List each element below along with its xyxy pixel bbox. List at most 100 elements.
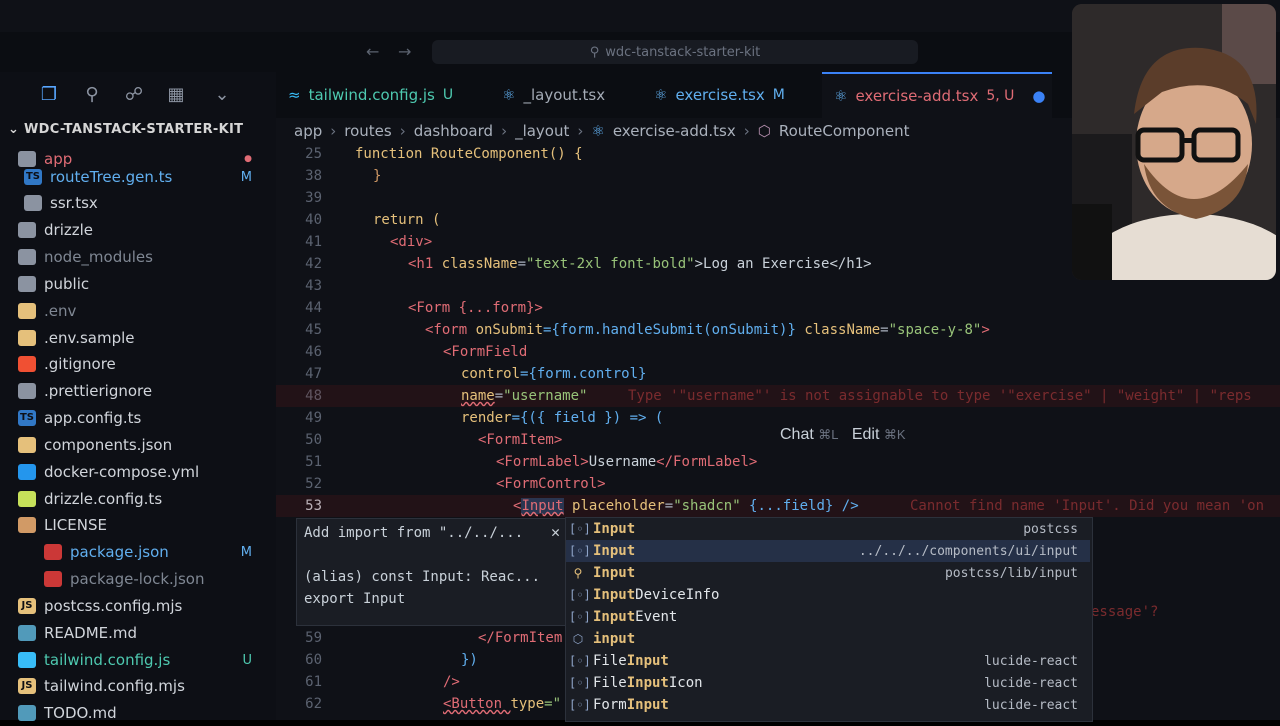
tab-exercise-add-tsx[interactable]: ⚛ exercise-add.tsx 5, U ● [822, 72, 1052, 118]
tree-item[interactable]: ssr.tsx [24, 190, 276, 216]
explorer-root[interactable]: ⌄ WDC-TANSTACK-STARTER-KIT [8, 122, 243, 137]
chevron-right-icon: › [577, 122, 584, 140]
unsaved-dot-icon[interactable]: ● [1032, 87, 1045, 105]
command-search-box[interactable]: ⚲ wdc-tanstack-starter-kit [432, 40, 918, 64]
tree-item[interactable]: TODO.md [18, 700, 276, 726]
tree-item[interactable]: TS routeTree.gen.ts M [24, 164, 276, 190]
breadcrumb: app › routes › dashboard › _layout › ⚛ exercise-a… [294, 120, 909, 142]
code-line-52: <FormControl> [276, 473, 1280, 495]
tree-item[interactable]: public [18, 271, 276, 297]
error-dot-icon: ● [244, 154, 252, 164]
hover-tooltip: Add import from "../../... ✕ (alias) con… [296, 518, 568, 626]
breadcrumb-item[interactable]: exercise-add.tsx [613, 122, 736, 140]
tree-item[interactable]: LICENSE [18, 512, 276, 538]
tree-item[interactable]: .env [18, 298, 276, 324]
code-text: Input [521, 498, 564, 514]
file-icon [18, 356, 36, 372]
suggestion-label: FileInput [593, 653, 669, 669]
code-text: <FormItem> [478, 432, 563, 448]
tree-item[interactable]: TS app.config.ts [18, 405, 276, 431]
code-line-48: name="username" Type '"username"' is not … [276, 385, 1280, 407]
suggestion-item[interactable]: ⬡ input [566, 628, 1090, 650]
explorer-icon[interactable]: ❐ [38, 84, 60, 106]
tree-item[interactable]: JS postcss.config.mjs [18, 593, 276, 619]
source-control-icon[interactable]: ☍ [123, 84, 145, 106]
search-view-icon[interactable]: ⚲ [81, 84, 103, 106]
suggestion-item[interactable]: [◦] FileInputIcon lucide-react [566, 672, 1090, 694]
code-text: </FormLabel> [656, 454, 758, 470]
breadcrumb-item[interactable]: RouteComponent [779, 122, 910, 140]
tab--layout-tsx[interactable]: ⚛ _layout.tsx [490, 72, 640, 118]
suggestion-label: Input [593, 543, 636, 559]
tree-item[interactable]: .gitignore [18, 351, 276, 377]
tree-item[interactable]: .env.sample [18, 325, 276, 351]
inline-error-message: essage'? [1091, 604, 1159, 620]
suggestion-item[interactable]: [◦] InputEvent [566, 606, 1090, 628]
code-text: "text-2xl font-bold" [526, 256, 695, 272]
variable-icon: [◦] [569, 676, 591, 690]
inline-ai-hint[interactable]: Chat ⌘L Edit ⌘K [780, 426, 906, 444]
code-text: <div> [390, 234, 433, 250]
file-icon [18, 517, 36, 533]
webcam-overlay [1072, 4, 1276, 280]
tree-item[interactable]: README.md [18, 620, 276, 646]
suggestion-item[interactable]: [◦] FormInput lucide-react [566, 694, 1090, 716]
tree-item[interactable]: node_modules [18, 244, 276, 270]
suggestion-item[interactable]: [◦] Input postcss [566, 518, 1090, 540]
chevron-down-icon[interactable]: ⌄ [211, 84, 233, 106]
folder-icon [18, 249, 36, 265]
tree-item[interactable]: docker-compose.yml [18, 459, 276, 485]
tree-item[interactable]: tailwind.config.js U [18, 647, 276, 673]
suggestion-item[interactable]: [◦] InputDeviceInfo [566, 584, 1090, 606]
tree-item-label: docker-compose.yml [44, 463, 200, 481]
tree-item-label: app.config.ts [44, 409, 142, 427]
folder-icon [18, 222, 36, 238]
code-text: <h1 [408, 256, 442, 272]
code-text: >Log an Exercise</h1> [694, 256, 872, 272]
inline-error-message: Type '"username"' is not assignable to t… [628, 388, 1252, 404]
breadcrumb-item[interactable]: routes [344, 122, 391, 140]
variable-icon: [◦] [569, 610, 591, 624]
webcam-image [1072, 4, 1276, 280]
tab-status: U [442, 87, 454, 103]
tree-item[interactable]: .prettierignore [18, 378, 276, 404]
suggestion-label: InputEvent [593, 609, 678, 625]
extensions-icon[interactable]: ▦ [165, 84, 187, 106]
chat-hint-label[interactable]: Chat [780, 426, 814, 443]
hover-line: export Input [304, 591, 406, 607]
git-status-badge: U [242, 652, 252, 668]
tree-item[interactable]: package-lock.json [44, 566, 276, 592]
tree-item[interactable]: package.json M [44, 539, 276, 565]
tree-item[interactable]: drizzle.config.ts [18, 486, 276, 512]
breadcrumb-item[interactable]: _layout [515, 122, 569, 140]
tree-item[interactable]: drizzle [18, 217, 276, 243]
file-icon [18, 652, 36, 668]
class-icon: ⚲ [573, 566, 583, 580]
tree-item[interactable]: JS tailwind.config.mjs [18, 673, 276, 699]
tree-item[interactable]: components.json [18, 432, 276, 458]
breadcrumb-item[interactable]: app [294, 122, 322, 140]
suggestion-item[interactable]: ⚲ Input postcss/lib/input [566, 562, 1090, 584]
tree-item-label: ssr.tsx [50, 194, 98, 212]
tab-tailwind-config-js[interactable]: ≈ tailwind.config.js U [276, 72, 486, 118]
file-icon: JS [18, 678, 36, 694]
close-icon[interactable]: ✕ [551, 523, 560, 541]
edit-hint-label[interactable]: Edit [852, 426, 880, 443]
code-text: onSubmit [475, 322, 544, 338]
code-text: <FormLabel> [496, 454, 589, 470]
code-line-45: <form onSubmit={form.handleSubmit(onSubm… [425, 322, 990, 338]
forward-arrow-icon[interactable]: → [398, 42, 411, 61]
suggestion-item[interactable]: [◦] Input ../../../components/ui/input [566, 540, 1090, 562]
tree-item-label: routeTree.gen.ts [50, 168, 173, 186]
code-line-44: <Form {...form}> [276, 297, 1280, 319]
tab-exercise-tsx[interactable]: ⚛ exercise.tsx M [642, 72, 818, 118]
git-status-badge: M [240, 544, 252, 560]
tab-label: tailwind.config.js [308, 86, 435, 104]
suggestion-list: [◦] Input postcss [◦] Input ../../../componen… [565, 517, 1093, 722]
code-text: {...field} /> [740, 498, 859, 514]
suggestion-item[interactable]: [◦] FileInput lucide-react [566, 650, 1090, 672]
back-arrow-icon[interactable]: ← [366, 42, 379, 61]
explorer-root-label: WDC-TANSTACK-STARTER-KIT [24, 122, 244, 137]
code-text: = [664, 498, 674, 514]
breadcrumb-item[interactable]: dashboard [414, 122, 493, 140]
